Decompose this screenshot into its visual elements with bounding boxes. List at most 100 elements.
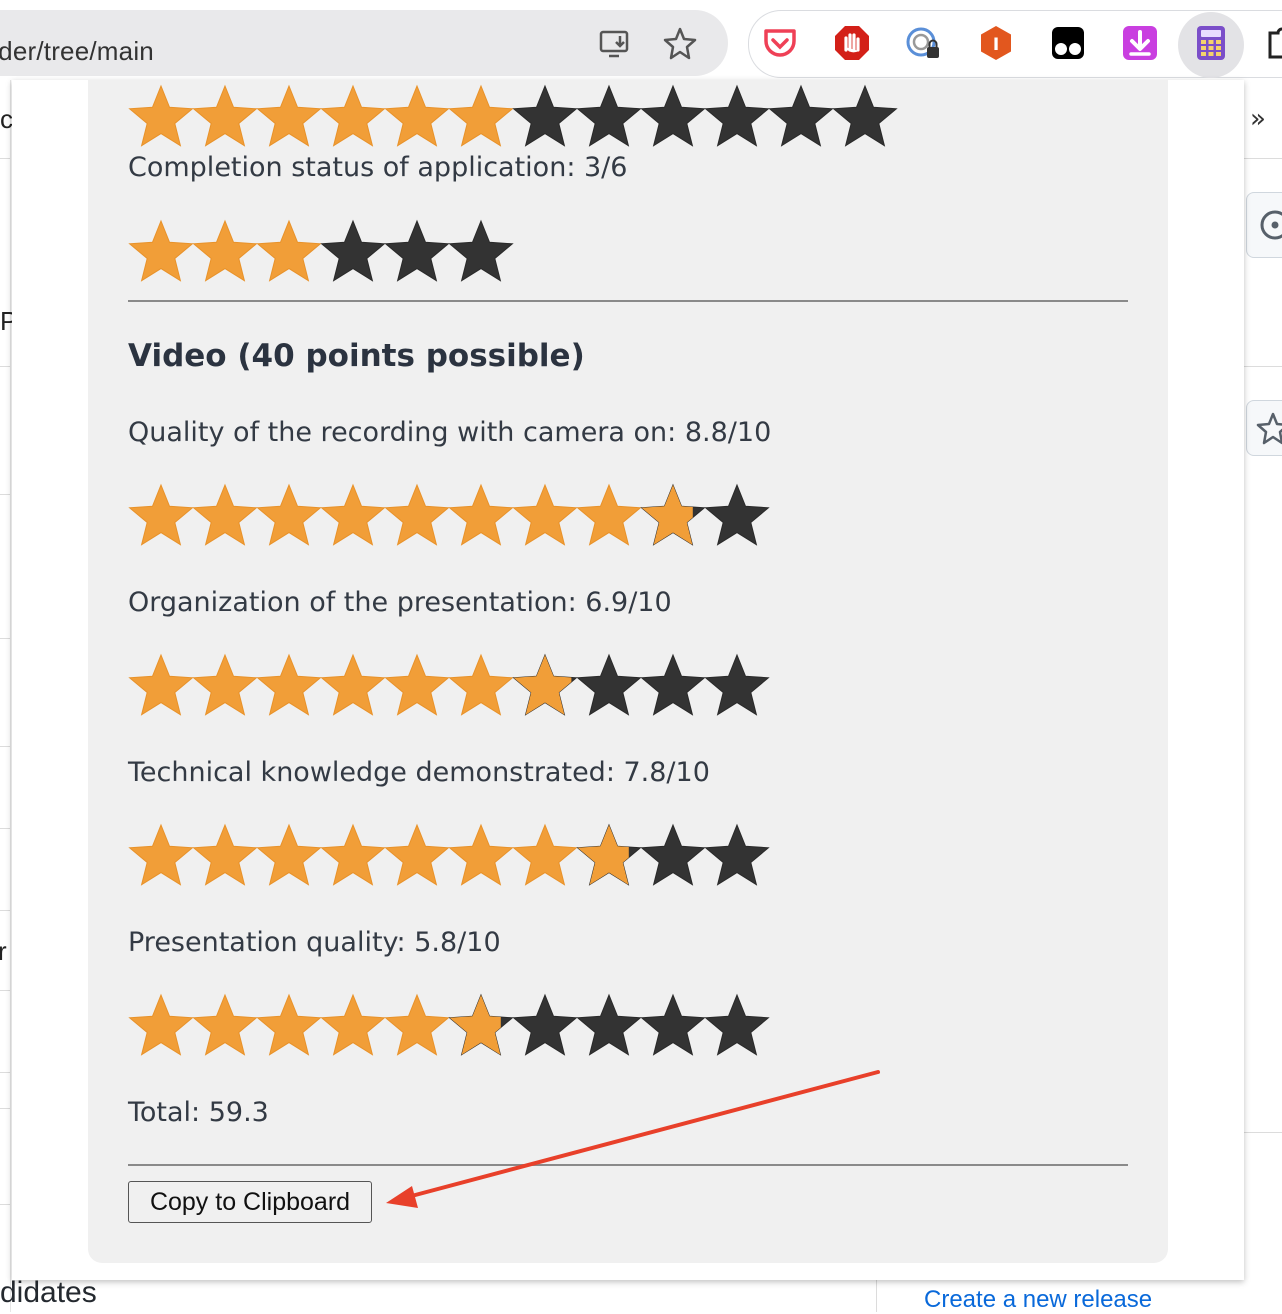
watch-button[interactable]: [1246, 192, 1282, 258]
divider: [0, 158, 10, 159]
star-filled-icon: [192, 84, 258, 147]
star-rating: [128, 653, 770, 719]
star-empty-icon: [320, 219, 386, 282]
star-filled-icon: [256, 653, 322, 716]
star-filled-icon: [448, 84, 514, 147]
star-filled-icon: [128, 483, 194, 546]
star-filled-icon: [256, 84, 322, 147]
star-filled-icon: [320, 823, 386, 886]
copy-to-clipboard-button[interactable]: Copy to Clipboard: [128, 1181, 372, 1223]
star-empty-icon: [512, 993, 578, 1056]
star-filled-icon: [128, 653, 194, 716]
star-rating: [128, 219, 514, 285]
total-score: Total: 59.3: [128, 1097, 269, 1128]
divider: [1244, 1132, 1282, 1133]
star-repo-button[interactable]: [1246, 400, 1282, 456]
rating-label-organization: Organization of the presentation: 6.9/10: [128, 587, 672, 618]
pocket-icon[interactable]: [762, 25, 798, 61]
star-filled-icon: [320, 483, 386, 546]
divider: [0, 638, 10, 639]
section-divider: [128, 1164, 1128, 1166]
star-filled-icon: [192, 823, 258, 886]
rating-label-completion: Completion status of application: 3/6: [128, 152, 628, 183]
star-empty-icon: [384, 219, 450, 282]
star-filled-icon: [384, 993, 450, 1056]
star-empty-icon: [576, 993, 642, 1056]
star-filled-icon: [192, 219, 258, 282]
rating-label-technical-knowledge: Technical knowledge demonstrated: 7.8/10: [128, 757, 710, 788]
adblock-icon[interactable]: [834, 25, 870, 61]
download-icon[interactable]: [1122, 25, 1158, 61]
star-rating-graphic: [128, 653, 770, 716]
divider: [0, 910, 10, 911]
calculator-icon[interactable]: [1193, 25, 1229, 61]
star-partial-icon: [576, 823, 642, 886]
star-empty-icon: [704, 483, 770, 546]
tampermonkey-icon[interactable]: [1050, 25, 1086, 61]
star-filled-icon: [192, 993, 258, 1056]
bookmark-star-icon[interactable]: [662, 26, 698, 62]
star-empty-icon: [704, 84, 770, 147]
star-rating-graphic: [128, 823, 770, 886]
star-rating: [128, 993, 770, 1059]
background-text-fragment: r: [0, 936, 7, 966]
background-heading-fragment: didates: [0, 1276, 97, 1309]
star-empty-icon: [512, 84, 578, 147]
url-text[interactable]: grader/tree/main: [0, 36, 154, 67]
star-filled-icon: [512, 483, 578, 546]
star-rating: [128, 823, 770, 889]
star-partial-icon: [448, 993, 514, 1056]
star-filled-icon: [128, 219, 194, 282]
password-lock-icon[interactable]: [906, 25, 942, 61]
star-rating-graphic: [128, 84, 898, 147]
star-filled-icon: [448, 823, 514, 886]
star-partial-icon: [512, 653, 578, 716]
divider: [0, 1108, 10, 1109]
divider: [0, 828, 10, 829]
star-rating-graphic: [128, 993, 770, 1056]
star-empty-icon: [640, 993, 706, 1056]
star-filled-icon: [512, 823, 578, 886]
column-divider: [876, 1280, 877, 1312]
divider: [0, 746, 10, 747]
divider: [0, 1204, 10, 1205]
star-filled-icon: [448, 653, 514, 716]
star-empty-icon: [768, 84, 834, 147]
star-filled-icon: [384, 653, 450, 716]
star-filled-icon: [192, 653, 258, 716]
divider: [0, 366, 10, 367]
divider: [0, 1072, 10, 1073]
imperva-icon[interactable]: I: [978, 25, 1014, 61]
star-partial-icon: [640, 483, 706, 546]
rating-label-presentation-quality: Presentation quality: 5.8/10: [128, 927, 501, 958]
star-filled-icon: [256, 219, 322, 282]
star-filled-icon: [256, 483, 322, 546]
star-empty-icon: [640, 823, 706, 886]
star-empty-icon: [576, 653, 642, 716]
more-chevron-icon[interactable]: »: [1250, 104, 1266, 134]
puzzle-extensions-icon[interactable]: [1264, 25, 1282, 61]
star-filled-icon: [128, 993, 194, 1056]
star-filled-icon: [576, 483, 642, 546]
grader-card: Completion status of application: 3/6 Vi…: [88, 80, 1168, 1263]
star-rating-graphic: [128, 483, 770, 546]
right-panel-divider: [1244, 158, 1282, 159]
create-release-link[interactable]: Create a new release: [924, 1286, 1152, 1314]
star-empty-icon: [448, 219, 514, 282]
star-empty-icon: [640, 84, 706, 147]
star-filled-icon: [320, 653, 386, 716]
star-filled-icon: [256, 993, 322, 1056]
svg-text:I: I: [993, 35, 999, 55]
divider: [0, 494, 10, 495]
star-empty-icon: [704, 653, 770, 716]
star-filled-icon: [192, 483, 258, 546]
star-filled-icon: [128, 84, 194, 147]
star-filled-icon: [256, 823, 322, 886]
star-empty-icon: [576, 84, 642, 147]
install-app-icon[interactable]: [598, 26, 634, 62]
star-rating-graphic: [128, 219, 514, 282]
section-divider: [128, 300, 1128, 302]
star-empty-icon: [704, 993, 770, 1056]
divider: [0, 990, 10, 991]
star-filled-icon: [384, 84, 450, 147]
